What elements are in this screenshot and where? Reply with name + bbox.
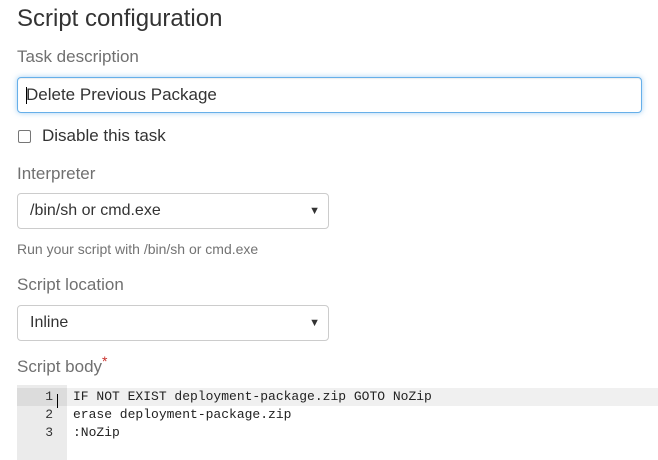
code-text[interactable]: :NoZip [73,424,120,442]
script-location-selected-value: Inline [30,314,69,331]
editor-cursor [57,394,58,408]
interpreter-label: Interpreter [17,164,96,183]
line-number: 1 [17,388,67,406]
script-body-label-text: Script body [17,357,103,376]
script-body-label: Script body* [17,353,108,377]
section-title: Script configuration [17,5,223,32]
chevron-down-icon: ▼ [309,205,320,217]
disable-task-checkbox[interactable] [18,129,31,143]
interpreter-selected-value: /bin/sh or cmd.exe [30,202,161,219]
required-marker: * [102,353,108,369]
script-configuration-panel: Script configuration Task description Di… [0,0,658,460]
code-line[interactable]: 2 erase deployment-package.zip [17,406,658,424]
script-location-label: Script location [17,275,124,294]
line-number: 2 [45,407,53,422]
disable-task-label[interactable]: Disable this task [42,126,166,146]
interpreter-select[interactable]: /bin/sh or cmd.exe ▼ [17,193,329,229]
code-text[interactable]: IF NOT EXIST deployment-package.zip GOTO… [73,388,432,406]
code-line[interactable]: 3 :NoZip [17,424,658,442]
chevron-down-icon: ▼ [309,317,320,329]
disable-task-row[interactable]: Disable this task [17,126,166,146]
interpreter-help-text: Run your script with /bin/sh or cmd.exe [17,241,259,257]
line-number: 3 [45,425,53,440]
text-cursor [26,87,27,104]
code-line[interactable]: 1 IF NOT EXIST deployment-package.zip GO… [17,388,658,406]
script-body-editor[interactable]: 1 IF NOT EXIST deployment-package.zip GO… [17,385,658,460]
task-description-label: Task description [17,47,139,66]
code-text[interactable]: erase deployment-package.zip [73,406,291,424]
script-location-select[interactable]: Inline ▼ [17,305,329,341]
task-description-input[interactable] [17,77,642,113]
